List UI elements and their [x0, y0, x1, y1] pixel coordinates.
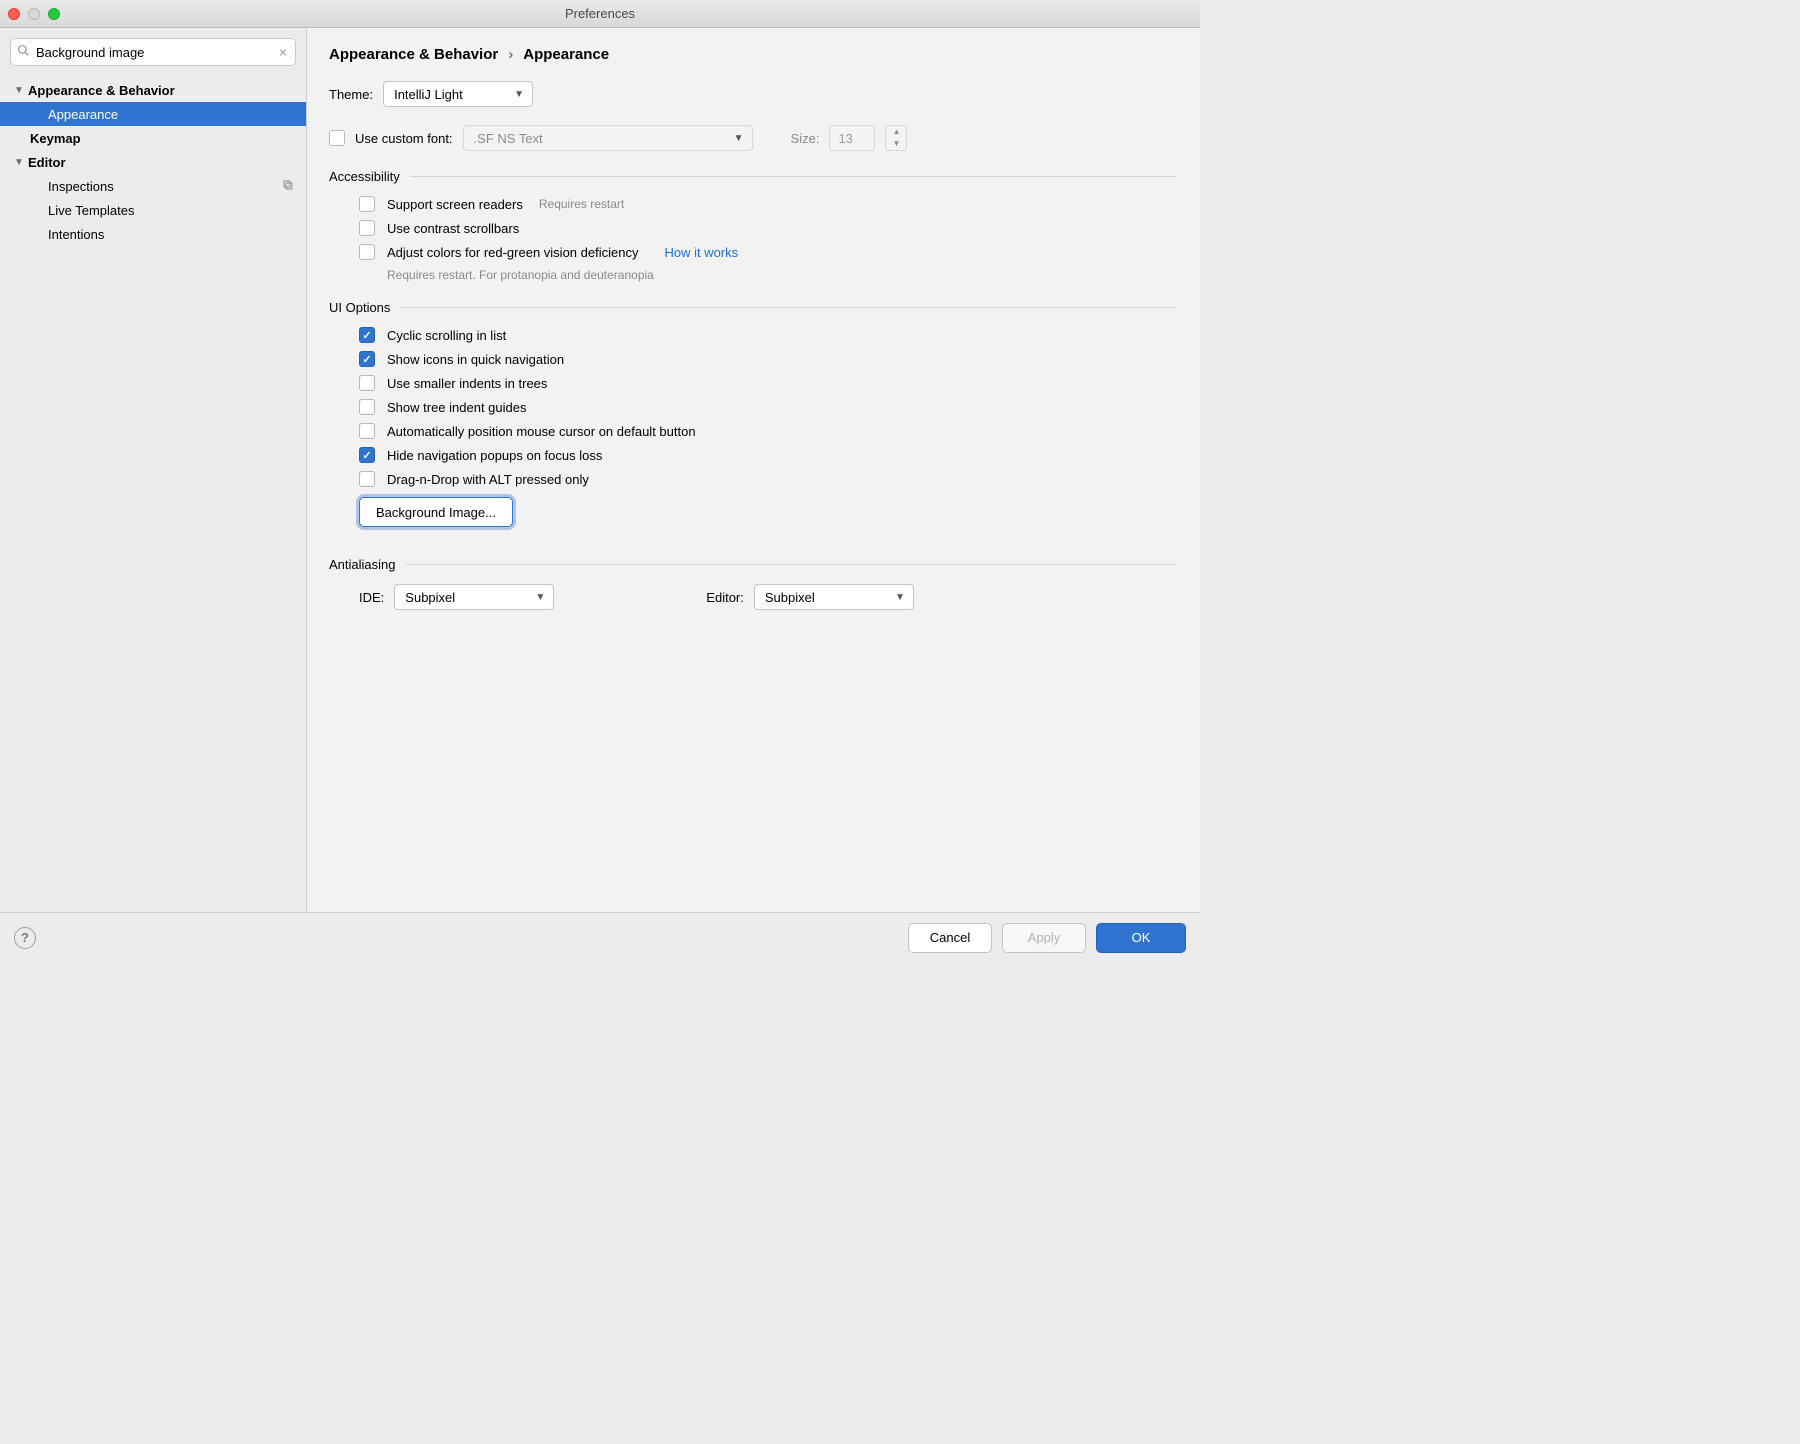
section-ui-options: UI Options	[329, 300, 1176, 315]
divider	[410, 176, 1176, 177]
breadcrumb-parent: Appearance & Behavior	[329, 46, 498, 63]
chevron-down-icon: ▼	[14, 85, 24, 96]
sidebar-item-editor[interactable]: ▼ Editor	[0, 150, 306, 174]
section-accessibility: Accessibility	[329, 169, 1176, 184]
sidebar-item-keymap[interactable]: Keymap	[0, 126, 306, 150]
hide-popups-label: Hide navigation popups on focus loss	[387, 448, 602, 463]
ok-button[interactable]: OK	[1096, 923, 1186, 953]
sidebar-item-label: Appearance & Behavior	[28, 83, 175, 98]
sidebar-item-label: Intentions	[48, 227, 104, 242]
hide-popups-checkbox[interactable]	[359, 447, 375, 463]
sidebar-item-label: Inspections	[48, 179, 114, 194]
tree-guides-label: Show tree indent guides	[387, 400, 526, 415]
color-deficiency-helper: Requires restart. For protanopia and deu…	[387, 268, 1176, 282]
smaller-indents-checkbox[interactable]	[359, 375, 375, 391]
chevron-down-icon[interactable]: ▼	[886, 138, 906, 150]
search-field[interactable]	[36, 45, 277, 60]
quick-nav-icons-checkbox[interactable]	[359, 351, 375, 367]
sidebar-item-appearance-behavior[interactable]: ▼ Appearance & Behavior	[0, 78, 306, 102]
sidebar-item-label: Appearance	[48, 107, 118, 122]
titlebar: Preferences	[0, 0, 1200, 28]
content-panel: Appearance & Behavior › Appearance Theme…	[306, 28, 1200, 912]
cancel-button[interactable]: Cancel	[908, 923, 992, 953]
font-size-input[interactable]: 13	[829, 125, 875, 151]
aa-ide-value: Subpixel	[405, 590, 455, 605]
section-title-label: UI Options	[329, 300, 390, 315]
aa-ide-label: IDE:	[359, 590, 384, 605]
settings-tree: ▼ Appearance & Behavior Appearance Keyma…	[0, 74, 306, 246]
divider	[400, 307, 1176, 308]
chevron-down-icon: ▼	[734, 133, 744, 144]
clear-icon[interactable]: ×	[277, 44, 289, 60]
minimize-icon	[28, 8, 40, 20]
custom-font-select[interactable]: .SF NS Text ▼	[463, 125, 753, 151]
quick-nav-icons-label: Show icons in quick navigation	[387, 352, 564, 367]
chevron-down-icon: ▼	[14, 157, 24, 168]
window-controls	[8, 8, 60, 20]
sidebar-item-label: Editor	[28, 155, 66, 170]
use-custom-font-label: Use custom font:	[355, 131, 453, 146]
font-size-stepper[interactable]: ▲ ▼	[885, 125, 907, 151]
breadcrumb-current: Appearance	[523, 46, 609, 63]
section-antialiasing: Antialiasing	[329, 557, 1176, 572]
chevron-right-icon: ›	[508, 46, 513, 63]
contrast-scrollbars-label: Use contrast scrollbars	[387, 221, 519, 236]
font-size-value: 13	[838, 131, 852, 146]
sidebar-item-inspections[interactable]: Inspections	[0, 174, 306, 198]
sidebar-item-label: Keymap	[30, 131, 81, 146]
window-title: Preferences	[0, 6, 1200, 21]
how-it-works-link[interactable]: How it works	[664, 245, 738, 260]
breadcrumb: Appearance & Behavior › Appearance	[329, 46, 1176, 63]
copy-icon	[282, 179, 294, 194]
sidebar-item-intentions[interactable]: Intentions	[0, 222, 306, 246]
apply-button[interactable]: Apply	[1002, 923, 1086, 953]
theme-select[interactable]: IntelliJ Light ▼	[383, 81, 533, 107]
help-icon[interactable]: ?	[14, 927, 36, 949]
theme-value: IntelliJ Light	[394, 87, 463, 102]
section-title-label: Accessibility	[329, 169, 400, 184]
auto-cursor-checkbox[interactable]	[359, 423, 375, 439]
chevron-up-icon[interactable]: ▲	[886, 126, 906, 138]
sidebar-item-appearance[interactable]: Appearance	[0, 102, 306, 126]
screen-readers-hint: Requires restart	[539, 197, 624, 211]
sidebar-item-live-templates[interactable]: Live Templates	[0, 198, 306, 222]
search-icon	[17, 44, 30, 60]
chevron-down-icon: ▼	[514, 89, 524, 100]
section-title-label: Antialiasing	[329, 557, 396, 572]
smaller-indents-label: Use smaller indents in trees	[387, 376, 547, 391]
divider	[406, 564, 1177, 565]
font-size-label: Size:	[791, 131, 820, 146]
sidebar-item-label: Live Templates	[48, 203, 134, 218]
dnd-alt-label: Drag-n-Drop with ALT pressed only	[387, 472, 589, 487]
chevron-down-icon: ▼	[895, 592, 905, 603]
theme-label: Theme:	[329, 87, 373, 102]
aa-editor-label: Editor:	[706, 590, 744, 605]
custom-font-value: .SF NS Text	[474, 131, 543, 146]
aa-ide-select[interactable]: Subpixel ▼	[394, 584, 554, 610]
tree-guides-checkbox[interactable]	[359, 399, 375, 415]
zoom-icon[interactable]	[48, 8, 60, 20]
screen-readers-label: Support screen readers	[387, 197, 523, 212]
screen-readers-checkbox[interactable]	[359, 196, 375, 212]
background-image-button[interactable]: Background Image...	[359, 497, 513, 527]
aa-editor-select[interactable]: Subpixel ▼	[754, 584, 914, 610]
use-custom-font-checkbox[interactable]	[329, 130, 345, 146]
footer: ? Cancel Apply OK	[0, 912, 1200, 962]
contrast-scrollbars-checkbox[interactable]	[359, 220, 375, 236]
dnd-alt-checkbox[interactable]	[359, 471, 375, 487]
close-icon[interactable]	[8, 8, 20, 20]
aa-editor-value: Subpixel	[765, 590, 815, 605]
sidebar: × ▼ Appearance & Behavior Appearance Key…	[0, 28, 306, 912]
cyclic-scrolling-checkbox[interactable]	[359, 327, 375, 343]
search-input[interactable]: ×	[10, 38, 296, 66]
color-deficiency-label: Adjust colors for red-green vision defic…	[387, 245, 638, 260]
cyclic-scrolling-label: Cyclic scrolling in list	[387, 328, 506, 343]
color-deficiency-checkbox[interactable]	[359, 244, 375, 260]
auto-cursor-label: Automatically position mouse cursor on d…	[387, 424, 696, 439]
chevron-down-icon: ▼	[535, 592, 545, 603]
